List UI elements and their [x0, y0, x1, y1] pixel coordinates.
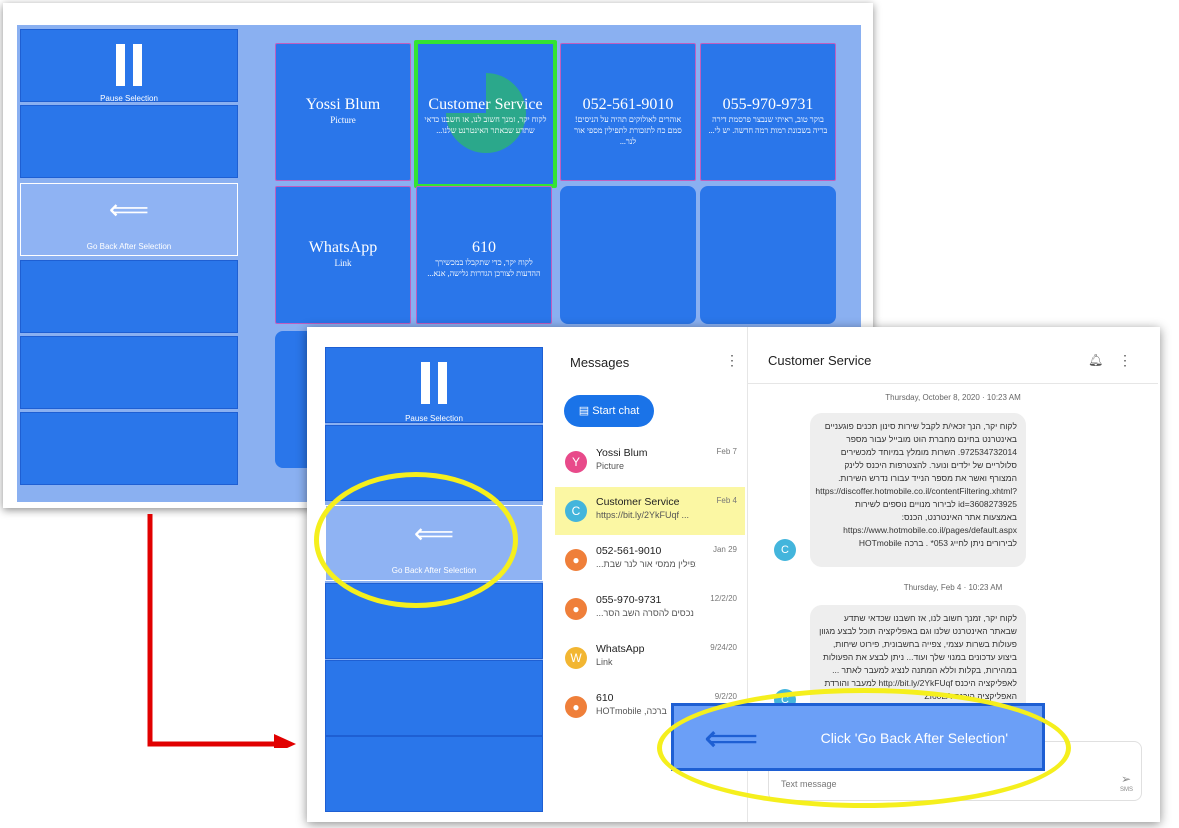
- flow-arrow: [147, 514, 296, 748]
- highlight-ellipse: [657, 688, 1071, 808]
- message-date: 9/2/20: [714, 692, 737, 701]
- message-preview: ...נכסים להסרה השב הסר: [596, 608, 694, 618]
- go-back-after-selection-button[interactable]: ⟸ Go Back After Selection: [20, 183, 238, 256]
- avatar: W: [565, 647, 587, 669]
- message-preview: Link: [596, 657, 613, 667]
- message-bubble: לקוח יקר, הנך זכאי/ת לקבל שירות סינון תכ…: [810, 413, 1026, 567]
- contact-name: WhatsApp: [596, 643, 645, 655]
- message-preview: https://bit.ly/2YkFUqf ...: [596, 510, 690, 520]
- send-icon[interactable]: ➢: [1121, 772, 1131, 786]
- sidebar-cell[interactable]: [20, 336, 238, 409]
- conversation-title: Customer Service: [768, 353, 872, 368]
- tile-preview: לקוח יקר, זמנך חשוב לנו, אז חשבנו כדאי ש…: [424, 115, 547, 135]
- message-date: Jan 29: [712, 545, 737, 554]
- sms-label: SMS: [1119, 787, 1133, 793]
- kebab-menu-icon[interactable]: ⋮: [1118, 352, 1132, 369]
- contact-name: Yossi Blum: [596, 447, 648, 459]
- start-chat-label: Start chat: [592, 405, 640, 417]
- message-date: 12/2/20: [710, 594, 737, 603]
- tile-empty[interactable]: [560, 186, 696, 324]
- contact-name: 055-970-9731: [596, 594, 662, 606]
- tile-title: 055-970-9731: [722, 96, 814, 113]
- person-icon: ●: [565, 696, 587, 718]
- pause-selection-label: Pause Selection: [100, 94, 158, 103]
- sidebar-cell[interactable]: [20, 105, 238, 178]
- chat-icon: ▤: [578, 405, 590, 417]
- sidebar-cell[interactable]: [325, 736, 543, 812]
- scan-sidebar: Pause Selection ⟸ Go Back After Selectio…: [20, 29, 238, 499]
- message-date: Feb 4: [716, 496, 737, 505]
- sidebar-cell[interactable]: [20, 412, 238, 485]
- conversation-row[interactable]: ● 055-970-9731 ...נכסים להסרה השב הסר 12…: [555, 585, 745, 633]
- message-date: Feb 7: [716, 447, 737, 456]
- sidebar-cell[interactable]: [20, 260, 238, 333]
- divider: [748, 383, 1158, 384]
- pause-icon: [421, 362, 447, 404]
- pause-selection-label: Pause Selection: [405, 414, 463, 423]
- bell-icon[interactable]: 🔔︎: [1088, 353, 1103, 367]
- contact-name: Customer Service: [596, 496, 680, 508]
- tile-yossi-blum[interactable]: Yossi Blum Picture: [275, 43, 411, 181]
- arrow-left-icon: ⟸: [108, 194, 150, 225]
- tile-title: Yossi Blum: [305, 96, 381, 113]
- message-preview: ...תפילין ממסי אור לנר שבת: [596, 559, 696, 569]
- kebab-menu-icon[interactable]: ⋮: [725, 352, 739, 369]
- conversation-row[interactable]: ● 052-561-9010 ...תפילין ממסי אור לנר שב…: [555, 536, 745, 584]
- pause-selection-button[interactable]: Pause Selection: [20, 29, 238, 103]
- tile-title: WhatsApp: [308, 239, 378, 256]
- tile-preview: אוהרים לאולוקים תהיה על הניסים! סמם כח ל…: [574, 115, 682, 146]
- tile-610[interactable]: 610 לקוח יקר, כדי שתקבלו במכשירך ההדעות …: [416, 186, 552, 324]
- messages-header: Messages: [570, 355, 630, 370]
- pause-icon: [116, 44, 142, 86]
- message-date: 9/24/20: [710, 643, 737, 652]
- pause-selection-button[interactable]: Pause Selection: [325, 347, 543, 423]
- conversation-row[interactable]: Y Yossi Blum Picture Feb 7: [555, 438, 745, 486]
- person-icon: ●: [565, 549, 587, 571]
- tile-055-970-9731[interactable]: 055-970-9731 בוקר טוב, ראיתי שנבצר פרסמת…: [700, 43, 836, 181]
- sidebar-cell[interactable]: [325, 660, 543, 736]
- tile-title: 052-561-9010: [582, 96, 674, 113]
- conversation-row[interactable]: W WhatsApp Link 9/24/20: [555, 634, 745, 682]
- tile-subtitle: Picture: [330, 115, 356, 125]
- timestamp: Thursday, October 8, 2020 · 10:23 AM: [885, 393, 1021, 402]
- tile-052-561-9010[interactable]: 052-561-9010 אוהרים לאולוקים תהיה על הני…: [560, 43, 696, 181]
- tile-preview: לקוח יקר, כדי שתקבלו במכשירך ההדעות לצור…: [427, 258, 541, 278]
- message-preview: Picture: [596, 461, 625, 471]
- go-back-label: Go Back After Selection: [86, 242, 172, 251]
- contact-name: 610: [596, 692, 614, 704]
- avatar: C: [565, 500, 587, 522]
- tile-subtitle: Link: [334, 258, 352, 268]
- conversation-row[interactable]: C Customer Service https://bit.ly/2YkFUq…: [555, 487, 745, 535]
- tile-preview: בוקר טוב, ראיתי שנבצר פרסמת דירה בריה בש…: [708, 115, 828, 135]
- person-icon: ●: [565, 598, 587, 620]
- timestamp: Thursday, Feb 4 · 10:23 AM: [903, 583, 1003, 592]
- tile-customer-service[interactable]: Customer Service לקוח יקר, זמנך חשוב לנו…: [414, 40, 557, 188]
- tile-title: 610: [472, 239, 496, 256]
- highlight-ellipse: [314, 472, 518, 608]
- avatar: Y: [565, 451, 587, 473]
- contact-name: 052-561-9010: [596, 545, 662, 557]
- tile-title: Customer Service: [428, 96, 543, 113]
- tile-empty[interactable]: [700, 186, 836, 324]
- tile-whatsapp[interactable]: WhatsApp Link: [275, 186, 411, 324]
- avatar: C: [774, 539, 796, 561]
- start-chat-button[interactable]: ▤ Start chat: [564, 395, 654, 427]
